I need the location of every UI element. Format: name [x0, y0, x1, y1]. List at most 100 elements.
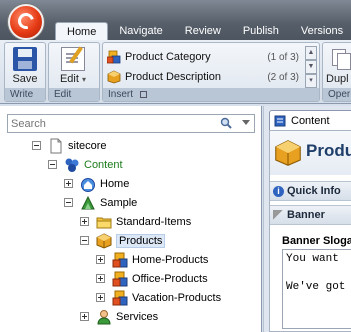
write-group: Save Write [4, 42, 46, 102]
tab-publish[interactable]: Publish [232, 22, 290, 40]
insert-group-label-text: Insert [108, 89, 134, 100]
save-label: Save [12, 73, 38, 85]
insert-option-product-description[interactable]: Product Description (2 of 3) [107, 67, 303, 87]
ribbon-top-band: Home Navigate Review Publish Versions [0, 0, 351, 41]
collapse-toggle-icon[interactable] [32, 141, 41, 150]
save-button[interactable]: Save [7, 47, 43, 85]
tree-item-home-products[interactable]: Home-Products [96, 250, 208, 269]
info-icon: i [273, 185, 284, 197]
tree-item-label: Standard-Items [116, 215, 192, 228]
expand-toggle-icon[interactable] [96, 293, 105, 302]
save-icon [13, 47, 37, 71]
tree-item-label: Home [100, 177, 130, 190]
tree-item-home[interactable]: Home [64, 174, 129, 193]
tab-home[interactable]: Home [55, 22, 109, 41]
insert-option-label: Product Description [125, 71, 221, 83]
collapse-toggle-icon[interactable] [48, 160, 57, 169]
products-icon [96, 232, 112, 249]
duplicate-label: Dupl [326, 73, 349, 85]
tab-versions[interactable]: Versions [290, 22, 351, 40]
search-box [7, 114, 255, 133]
sample-icon [81, 195, 95, 209]
search-icon[interactable] [220, 117, 232, 129]
tree-item-label: Sample [100, 196, 138, 209]
tree-item-services[interactable]: Services [80, 307, 158, 326]
banner-slogan-field[interactable]: You want We've got [282, 249, 351, 329]
section-banner[interactable]: Banner [270, 205, 351, 225]
edit-icon [61, 47, 85, 71]
ribbon: Save Write Edit ▾ Edit Product Category … [0, 40, 351, 104]
item-title: Produ [306, 141, 351, 160]
services-icon [97, 309, 111, 324]
tree-item-sample[interactable]: Sample [64, 193, 137, 212]
duplicate-button[interactable]: Dupl [326, 47, 351, 85]
tab-content-label: Content [291, 114, 330, 127]
duplicate-icon [330, 47, 351, 71]
collapse-toggle-icon[interactable] [80, 236, 89, 245]
tree-item-standard-items[interactable]: Standard-Items [80, 212, 191, 231]
tree-item-label: Content [84, 158, 123, 171]
section-label: Banner [287, 209, 325, 221]
tree-item-vacation-products[interactable]: Vacation-Products [96, 288, 221, 307]
gallery-down-button[interactable]: ▼ [305, 60, 317, 74]
insert-option-label: Product Category [125, 51, 211, 63]
insert-option-count: (2 of 3) [267, 71, 299, 83]
sitecore-logo-icon [15, 10, 37, 32]
item-product-icon [275, 140, 301, 166]
content-tree-pane: sitecore Content Home [0, 106, 262, 332]
tree-item-label: Products [116, 233, 166, 248]
folder-icon [96, 217, 112, 228]
tab-review[interactable]: Review [174, 22, 232, 40]
collapse-toggle-icon[interactable] [64, 198, 73, 207]
insert-option-count: (1 of 3) [267, 51, 299, 63]
operations-group-label: Oper [323, 88, 351, 101]
search-input[interactable] [8, 115, 213, 132]
expand-toggle-icon[interactable] [96, 255, 105, 264]
item-header: Produ [270, 131, 351, 175]
tree-item-label: sitecore [68, 139, 107, 152]
expand-toggle-icon[interactable] [64, 179, 73, 188]
tree-item-label: Home-Products [132, 253, 209, 266]
banner-section-icon [273, 209, 284, 221]
tree-item-office-products[interactable]: Office-Products [96, 269, 208, 288]
tree-item-label: Office-Products [132, 272, 208, 285]
dialog-launcher-icon[interactable] [139, 91, 147, 98]
application-menu-button[interactable] [8, 4, 44, 40]
tab-navigate[interactable]: Navigate [108, 22, 173, 40]
category-icon [112, 252, 128, 267]
field-line: We've got [286, 281, 346, 293]
tree-item-label: Vacation-Products [132, 291, 222, 304]
field-line: You want [286, 253, 339, 265]
content-editor-pane: Content Produ i Quick Info Banner Banner… [263, 106, 351, 332]
editor-content: Produ i Quick Info Banner Banner Sloga Y… [269, 130, 351, 332]
banner-slogan-label: Banner Sloga [282, 235, 351, 247]
category-icon [112, 290, 128, 305]
tree-item-products[interactable]: Products [80, 231, 166, 250]
document-icon [50, 138, 62, 153]
search-options-dropdown-icon[interactable] [242, 120, 250, 125]
expand-toggle-icon[interactable] [80, 312, 89, 321]
tab-content[interactable]: Content [269, 110, 351, 130]
gallery-up-button[interactable]: ▲ [305, 46, 317, 60]
insert-options-list: Product Category (1 of 3) Product Descri… [107, 47, 303, 87]
edit-button[interactable]: Edit ▾ [53, 47, 93, 85]
tree-item-content[interactable]: Content [48, 155, 123, 174]
expand-toggle-icon[interactable] [96, 274, 105, 283]
edit-group: Edit ▾ Edit [48, 42, 100, 102]
content-tab-icon [274, 115, 286, 126]
tree-item-sitecore[interactable]: sitecore [32, 136, 107, 155]
edit-group-label: Edit [49, 88, 99, 101]
gallery-more-button[interactable]: ▾ [305, 74, 317, 88]
edit-dropdown-icon: ▾ [82, 75, 87, 84]
ribbon-tabs: Home Navigate Review Publish Versions [55, 22, 351, 41]
insert-gallery-scroller: ▲ ▼ ▾ [305, 46, 317, 88]
product-category-icon [107, 50, 121, 64]
insert-group-label: Insert [103, 88, 319, 101]
product-description-icon [107, 70, 121, 84]
write-group-label: Write [5, 88, 45, 101]
section-quick-info[interactable]: i Quick Info [270, 181, 351, 201]
expand-toggle-icon[interactable] [80, 217, 89, 226]
insert-option-product-category[interactable]: Product Category (1 of 3) [107, 47, 303, 67]
section-label: Quick Info [287, 185, 341, 197]
operations-group: Dupl Oper [322, 42, 351, 102]
